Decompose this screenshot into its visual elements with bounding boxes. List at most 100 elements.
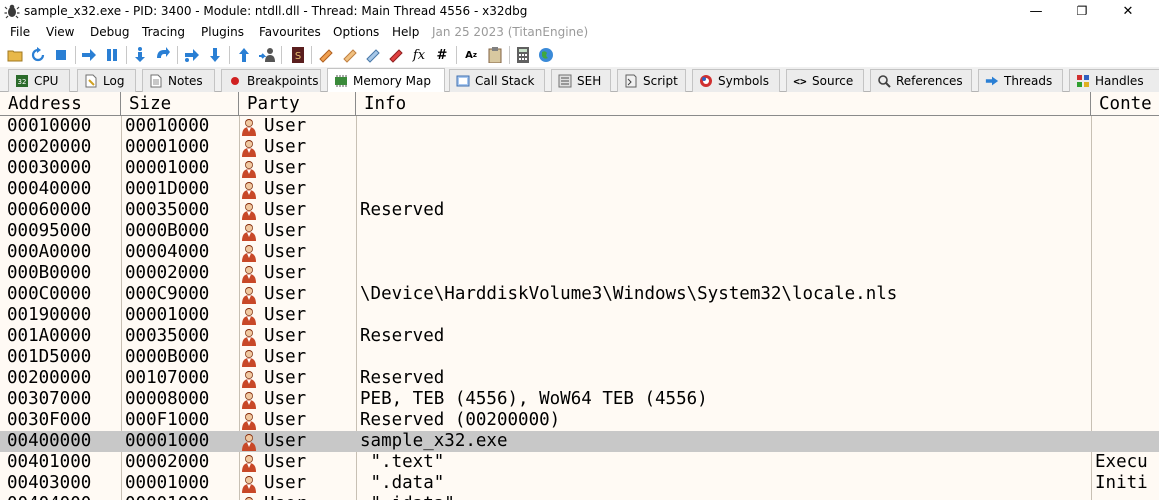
memory-map-icon xyxy=(334,74,348,88)
column-header-party[interactable]: Party xyxy=(239,92,356,116)
size-cell: 00001000 xyxy=(125,473,210,493)
address-cell: 00307000 xyxy=(7,389,92,409)
hash-icon[interactable]: # xyxy=(433,46,451,64)
restart-icon[interactable] xyxy=(29,46,47,64)
x32dbg-bug-icon xyxy=(4,4,20,19)
table-row[interactable]: 00307000 00008000 User PEB, TEB (4556), WoW… xyxy=(0,389,1159,410)
user-icon xyxy=(240,412,258,430)
address-cell: 00010000 xyxy=(7,116,92,136)
comments-icon[interactable] xyxy=(341,46,359,64)
minimize-button[interactable]: — xyxy=(1013,0,1059,22)
clipboard-icon[interactable] xyxy=(486,46,504,64)
table-row[interactable]: 001A0000 00035000 User Reserved xyxy=(0,326,1159,347)
calculator-icon[interactable] xyxy=(514,46,532,64)
toolbar: S fx # Az xyxy=(0,43,1159,67)
address-cell: 00403000 xyxy=(7,473,92,493)
table-row[interactable]: 00020000 00001000 User xyxy=(0,137,1159,158)
size-cell: 00001000 xyxy=(125,494,209,500)
tab-handles[interactable]: Handles xyxy=(1069,69,1159,92)
close-button[interactable]: ✕ xyxy=(1105,0,1151,22)
functions-icon[interactable]: fx xyxy=(410,46,428,64)
step-into-icon[interactable] xyxy=(131,46,149,64)
column-header-info[interactable]: Info xyxy=(356,92,1091,116)
table-row[interactable]: 00060000 00035000 User Reserved xyxy=(0,200,1159,221)
user-icon xyxy=(240,265,258,283)
column-header-size[interactable]: Size xyxy=(121,92,239,116)
party-label: User xyxy=(264,368,307,388)
tab-source[interactable]: <> Source xyxy=(786,69,864,92)
run-icon[interactable] xyxy=(80,46,98,64)
table-row[interactable]: 00400000 00001000 User sample_x32.exe xyxy=(0,431,1159,452)
cpu-icon: 32 xyxy=(15,74,29,88)
table-row[interactable]: 00040000 0001D000 User xyxy=(0,179,1159,200)
info-cell: ".idata" xyxy=(360,494,455,500)
column-header-address[interactable]: Address xyxy=(0,92,121,116)
address-cell: 000C0000 xyxy=(7,284,92,304)
table-row[interactable]: 0030F000 000F1000 User Reserved (00200000) xyxy=(0,410,1159,431)
menu-view[interactable]: View xyxy=(46,25,74,39)
table-row[interactable]: 00030000 00001000 User xyxy=(0,158,1159,179)
tab-notes[interactable]: Notes xyxy=(142,69,215,92)
notes-icon xyxy=(149,74,163,88)
table-row[interactable]: 00403000 00001000 User ".data" Initi xyxy=(0,473,1159,494)
trace-over-icon[interactable] xyxy=(206,46,224,64)
menu-file[interactable]: File xyxy=(10,25,30,39)
menu-debug[interactable]: Debug xyxy=(90,25,129,39)
trace-into-icon[interactable] xyxy=(183,46,201,64)
scylla-icon[interactable]: S xyxy=(289,46,307,64)
table-row[interactable]: 00401000 00002000 User ".text" Execu xyxy=(0,452,1159,473)
table-row[interactable]: 00200000 00107000 User Reserved xyxy=(0,368,1159,389)
table-row[interactable]: 00404000 00001000 User ".idata" xyxy=(0,494,1159,500)
tab-breakpoints[interactable]: Breakpoints xyxy=(221,69,321,92)
labels-icon[interactable] xyxy=(364,46,382,64)
menu-favourites[interactable]: Favourites xyxy=(259,25,321,39)
tab-label: Call Stack xyxy=(475,74,535,88)
tab-memory-map[interactable]: Memory Map xyxy=(327,68,445,92)
open-folder-icon[interactable] xyxy=(6,46,24,64)
user-icon xyxy=(240,244,258,262)
tab-call-stack[interactable]: Call Stack xyxy=(449,69,545,92)
content-cell: Initi xyxy=(1095,473,1148,493)
tab-threads[interactable]: Threads xyxy=(978,69,1063,92)
step-over-icon[interactable] xyxy=(154,46,172,64)
stop-icon[interactable] xyxy=(52,46,70,64)
tab-references[interactable]: References xyxy=(870,69,972,92)
maximize-button[interactable]: ❐ xyxy=(1059,0,1105,22)
tab-seh[interactable]: SEH xyxy=(551,69,611,92)
run-to-user-code-icon[interactable] xyxy=(258,46,276,64)
party-cell: User xyxy=(240,410,306,431)
user-icon xyxy=(240,181,258,199)
menu-options[interactable]: Options xyxy=(333,25,379,39)
table-row[interactable]: 00010000 00010000 User xyxy=(0,116,1159,137)
font-size-icon[interactable]: Az xyxy=(462,46,480,64)
user-icon xyxy=(240,475,258,493)
table-row[interactable]: 00190000 00001000 User xyxy=(0,305,1159,326)
menu-plugins[interactable]: Plugins xyxy=(201,25,244,39)
party-cell: User xyxy=(240,494,306,500)
log-icon xyxy=(84,74,98,88)
bookmarks-icon[interactable] xyxy=(387,46,405,64)
patches-icon[interactable] xyxy=(317,46,335,64)
tab-log[interactable]: Log xyxy=(77,69,136,92)
table-row[interactable]: 00095000 0000B000 User xyxy=(0,221,1159,242)
table-row[interactable]: 000B0000 00002000 User xyxy=(0,263,1159,284)
pause-icon[interactable] xyxy=(103,46,121,64)
memory-map-table[interactable]: Address Size Party Info Conte 00010000 00… xyxy=(0,92,1159,500)
tab-cpu[interactable]: 32 CPU xyxy=(8,69,70,92)
table-row[interactable]: 000C0000 000C9000 User \Device\HarddiskVolu… xyxy=(0,284,1159,305)
party-label: User xyxy=(264,452,307,472)
menu-help[interactable]: Help xyxy=(392,25,419,39)
execute-till-return-icon[interactable] xyxy=(235,46,253,64)
party-label: User xyxy=(264,347,307,367)
user-icon xyxy=(240,286,258,304)
table-header: Address Size Party Info Conte xyxy=(0,92,1159,116)
table-row[interactable]: 001D5000 0000B000 User xyxy=(0,347,1159,368)
size-cell: 0001D000 xyxy=(125,179,210,199)
column-header-content[interactable]: Conte xyxy=(1091,92,1159,116)
tab-script[interactable]: Script xyxy=(617,69,686,92)
menu-tracing[interactable]: Tracing xyxy=(142,25,185,39)
globe-icon[interactable] xyxy=(537,46,555,64)
title-bar: sample_x32.exe - PID: 3400 - Module: ntd… xyxy=(0,0,1159,22)
tab-symbols[interactable]: Symbols xyxy=(692,69,780,92)
table-row[interactable]: 000A0000 00004000 User xyxy=(0,242,1159,263)
